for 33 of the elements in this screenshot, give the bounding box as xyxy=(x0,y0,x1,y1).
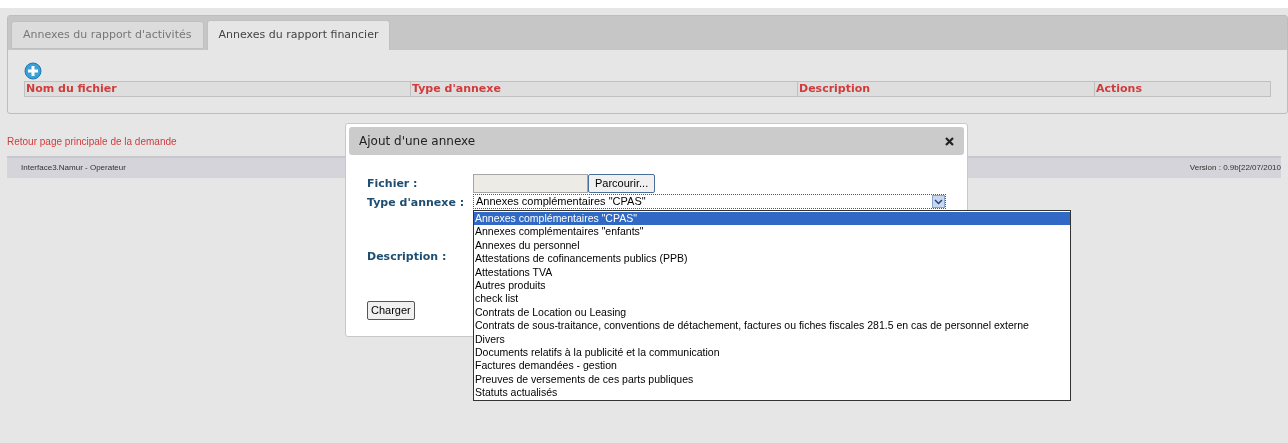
add-icon[interactable] xyxy=(24,62,42,80)
dropdown-option[interactable]: Attestations TVA xyxy=(474,265,1070,279)
dropdown-option[interactable]: Annexes complémentaires "enfants" xyxy=(474,225,1070,239)
column-header: Nom du fichier xyxy=(25,82,118,96)
dropdown-option[interactable]: Autres produits xyxy=(474,278,1070,293)
caret-icon[interactable] xyxy=(932,195,945,208)
dropdown-option[interactable]: Annexes du personnel xyxy=(474,238,1070,253)
dropdown-option[interactable]: Documents relatifs à la publicité et la communication xyxy=(474,345,1070,360)
column-header: Description xyxy=(797,82,1094,96)
footer-text: Interface3.Namur - Operateur xyxy=(21,162,126,174)
dropdown-option[interactable]: Preuves de versements de ces parts publiques xyxy=(474,372,1070,387)
dialog-title: Ajout d'une annexe xyxy=(359,133,476,150)
dropdown-option[interactable]: check list xyxy=(474,292,1070,306)
dropdown-option[interactable]: Contrats de sous-traitance, conventions de détachement, factures ou fiches fiscales 281.5 en cas de personnel externe xyxy=(474,319,1070,333)
dropdown-option[interactable]: Attestations de cofinancements publics (PPB) xyxy=(474,252,1070,266)
close-icon[interactable] xyxy=(945,136,954,146)
field-label: Type d'annexe : xyxy=(367,195,465,211)
dropdown-option[interactable]: Statuts actualisés xyxy=(474,386,1070,400)
tab[interactable]: Annexes du rapport financier xyxy=(206,20,391,50)
column-header: Type d'annexe xyxy=(410,82,797,96)
upload-button[interactable]: Charger xyxy=(367,301,415,320)
version-text: Version : 0.9b[22/07/2010 xyxy=(1189,162,1281,174)
dropdown-option[interactable]: Divers xyxy=(474,332,1070,346)
back-link[interactable]: Retour page principale de la demande xyxy=(7,136,177,147)
dropdown-option[interactable]: Annexes complémentaires "CPAS" xyxy=(474,212,1070,226)
dropdown-option[interactable]: Factures demandées - gestion xyxy=(474,359,1070,373)
column-header: Actions xyxy=(1094,82,1270,96)
file-input-field[interactable] xyxy=(473,174,588,193)
field-label: Description : xyxy=(367,249,447,265)
field-label: Fichier : xyxy=(367,176,418,192)
type-select[interactable]: Annexes complémentaires "CPAS" xyxy=(473,194,946,209)
browse-button[interactable]: Parcourir... xyxy=(588,174,656,193)
dropdown-option[interactable]: Contrats de Location ou Leasing xyxy=(474,305,1070,320)
